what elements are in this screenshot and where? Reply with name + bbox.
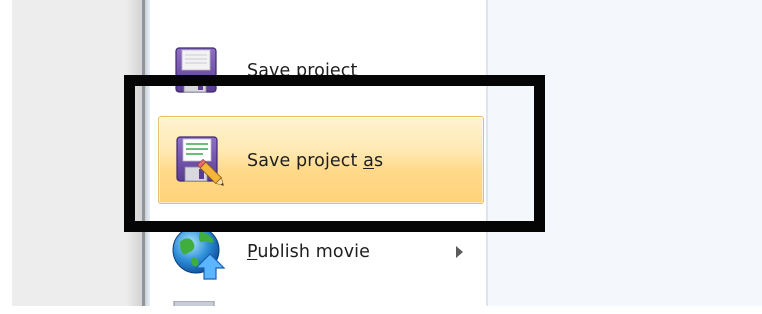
floppy-disk-icon bbox=[170, 46, 226, 102]
background-window bbox=[12, 0, 140, 306]
menu-item-label: Save project bbox=[247, 61, 358, 81]
globe-upload-icon bbox=[170, 224, 226, 280]
menu-item-save-project-as[interactable]: Save project as bbox=[158, 116, 484, 204]
menu-item-label: Publish movie bbox=[247, 242, 370, 262]
menu-frame-border bbox=[142, 0, 145, 306]
floppy-disk-pencil-icon bbox=[173, 135, 229, 191]
access-key: P bbox=[247, 242, 258, 262]
bottom-margin bbox=[0, 306, 762, 314]
screenshot-stage: Save project Save project as Publish mov… bbox=[0, 0, 762, 314]
menu-item-save-project[interactable]: Save project bbox=[158, 32, 484, 106]
menu-item-label: Save project as bbox=[247, 151, 384, 171]
application-menu-recent-pane bbox=[488, 0, 762, 306]
menu-item-publish-movie[interactable]: Publish movie bbox=[158, 214, 484, 296]
submenu-arrow-icon bbox=[456, 246, 463, 258]
menu-item-partial[interactable] bbox=[170, 296, 226, 312]
access-key: a bbox=[363, 151, 374, 171]
